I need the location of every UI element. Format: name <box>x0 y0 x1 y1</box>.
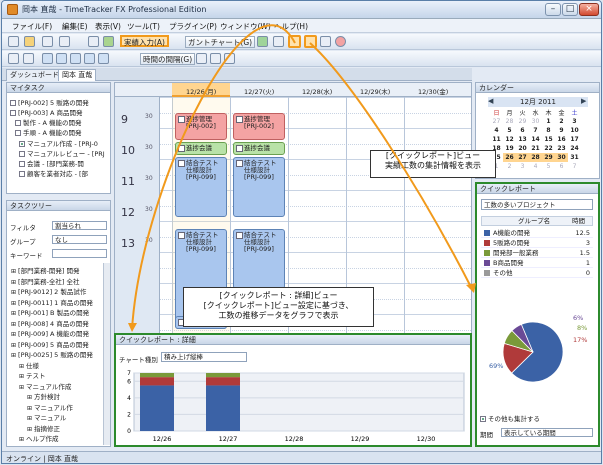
status-text: オンライン | 岡本 直哉 <box>6 455 79 463</box>
arrow-detail <box>131 24 296 330</box>
arrowhead-detail <box>128 323 137 332</box>
annotation-arrows <box>128 24 476 332</box>
status-bar: オンライン | 岡本 直哉 <box>2 451 601 463</box>
arrowhead-quickreport <box>466 283 476 293</box>
arrow-quickreport <box>309 42 473 290</box>
app-window: 岡本 直哉 - TimeTracker FX Professional Edit… <box>1 0 602 464</box>
